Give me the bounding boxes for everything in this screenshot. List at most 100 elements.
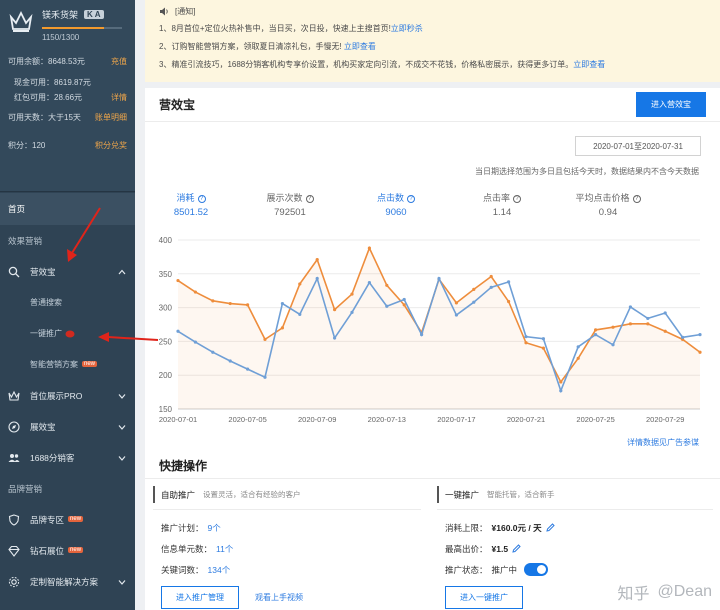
sidebar-item-shouwei[interactable]: 首位展示PRO [0,380,135,411]
data-point [454,313,458,317]
data-point [663,329,667,333]
points: 积分：120 [8,141,46,150]
data-point [385,304,389,308]
sidebar-nav: 首页 效果营销 营效宝 普通搜索 一键推广 智能营销方案 new 首位展示PRO [0,193,135,597]
shield-icon [8,513,20,526]
metric-label-text: 平均点击价格 [575,193,630,203]
x-tick-label: 2020-07-05 [228,415,266,424]
account-detail-link[interactable]: 账单明细 [95,112,127,123]
data-point [315,258,319,262]
sidebar-item-normal-search[interactable]: 普通搜索 [0,287,135,318]
sidebar-item-home[interactable]: 首页 [0,193,135,225]
data-point [594,328,598,332]
account-name: 镁禾货架 [42,10,79,20]
data-point [489,274,493,279]
sidebar-item-onekey[interactable]: 一键推广 [0,318,135,349]
enter-yingxiaobao-button[interactable]: 进入营效宝 [636,92,706,117]
y-tick-label: 150 [159,405,173,414]
data-point [698,333,702,337]
data-point [628,305,632,309]
sidebar-item-zhanbao[interactable]: 展效宝 [0,411,135,442]
help-icon[interactable]: ? [197,195,206,203]
chevron-down-icon [118,424,126,430]
sidebar-item-yingxiaobao[interactable]: 营效宝 [0,256,135,287]
panel-title: 一键推广 [445,489,480,500]
sidebar-item-label: 品牌专区 [30,514,65,525]
data-point [263,375,267,379]
data-point [402,297,406,302]
notice-link[interactable]: 立即查看 [573,60,605,69]
plan-count-value[interactable]: 9个 [208,522,221,534]
points-progress-text: 1150/1300 [42,33,80,42]
date-note: 当日期选择范围为多日且包括今天时，数据结果内不含今天数据 [475,167,699,176]
page-title: 营效宝 [159,98,196,112]
metric-value: 0.94 [598,207,618,218]
metric-label[interactable]: 消耗? [145,191,237,204]
data-point [576,345,580,349]
app-root: 镁禾货架 K A 1150/1300 可用余额：8648.53元 充值 现金可用… [0,0,720,610]
data-point [298,312,302,316]
data-point [333,336,337,340]
unit-count-value[interactable]: 11个 [216,543,233,555]
watch-video-link[interactable]: 观看上手视频 [255,592,303,603]
data-point [489,285,493,289]
sidebar-item-fenxiao[interactable]: 1688分销客 [0,442,135,473]
new-badge: new [68,515,84,522]
details-link[interactable]: 详情 [111,92,127,103]
edit-icon[interactable] [512,544,521,553]
date-range-picker[interactable]: 2020-07-01至2020-07-31 [575,136,701,156]
sidebar-item-label: 一键推广 [30,329,62,338]
data-point [524,341,528,345]
data-point [663,311,667,315]
ka-badge: K A [84,10,104,19]
data-point [594,333,598,337]
new-badge: new [82,360,98,367]
recharge-link[interactable]: 充值 [111,56,127,67]
help-icon[interactable]: ? [407,195,415,203]
data-point [611,343,615,347]
data-point [333,308,337,312]
data-point [263,337,267,341]
data-point [193,290,197,294]
data-point [385,283,389,287]
data-point [681,335,685,339]
sidebar-item-smart-plan[interactable]: 智能营销方案 new [0,349,135,380]
data-point [350,310,354,314]
help-icon[interactable]: ? [305,195,314,203]
available-balance: 可用余额：8648.53元 [8,57,85,66]
metric-label: 平均点击价格? [555,191,661,204]
x-tick-label: 2020-07-17 [437,415,475,424]
points-redeem-link[interactable]: 积分兑奖 [95,140,127,151]
sidebar-item-custom[interactable]: 定制智能解决方案 [0,566,135,597]
sidebar-item-diamond[interactable]: 钻石展位 new [0,535,135,566]
max-bid-label: 最高出价： [445,543,488,554]
help-icon[interactable]: ? [632,195,641,203]
red-blob-mark [65,330,75,337]
notice-link[interactable]: 立即查看 [344,42,376,51]
keyword-count-value[interactable]: 134个 [208,564,231,576]
available-days: 可用天数：大于15天 [8,113,81,122]
edit-icon[interactable] [545,523,555,532]
yingxiaobao-card: 营效宝 进入营效宝 2020-07-01至2020-07-31 当日期选择范围为… [145,88,720,610]
section-label: 效果营销 [8,235,43,246]
data-point [280,301,284,306]
new-badge: new [68,546,84,553]
metric-value: 9060 [385,207,407,218]
trend-line-chart: 150 200 250 300 350 400 2020-07-01 2020-07-05 20… [159,236,702,424]
notice-link[interactable]: 立即秒杀 [391,24,423,33]
y-tick-label: 250 [159,337,173,346]
help-icon[interactable]: ? [513,195,521,203]
panel-desc: 智能托管，适合新手 [487,490,555,499]
section-brand-marketing: 品牌营销 [0,473,135,504]
data-point [211,299,215,303]
manage-promotion-button[interactable]: 进入推广管理 [161,586,239,609]
data-point [454,301,458,305]
users-icon [8,453,20,462]
sidebar-item-brand-zone[interactable]: 品牌专区 new [0,504,135,535]
metric-label[interactable]: 点击数? [343,191,449,204]
enter-onekey-button[interactable]: 进入一键推广 [445,586,523,609]
notice-item: 3、精准引流技巧，1688分销客机构专享价设置，机构买家定向引流，不成交不花钱，… [159,59,706,70]
promotion-toggle[interactable] [524,563,549,576]
ad-analytics-link[interactable]: 详情数据见广告参谋 [627,437,699,448]
data-point [507,280,511,284]
